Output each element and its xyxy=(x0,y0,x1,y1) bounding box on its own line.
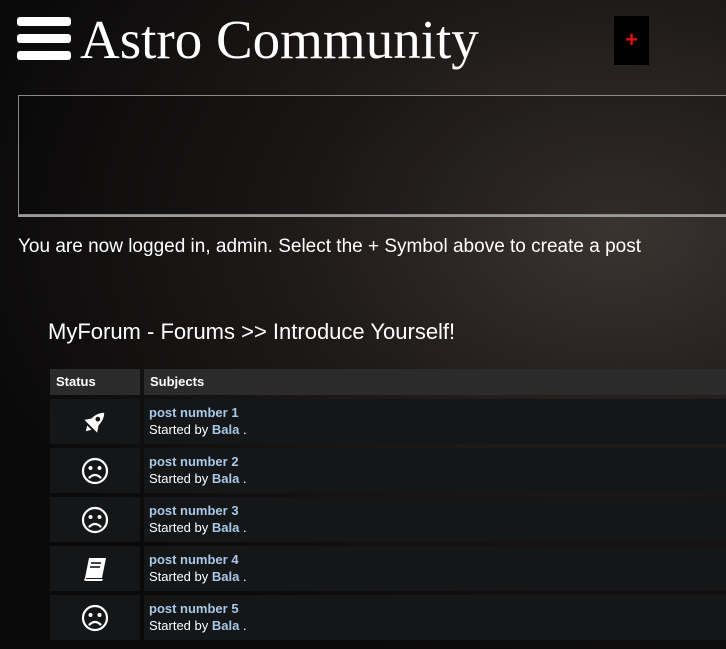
suffix: . xyxy=(242,569,247,584)
started-by: Started by Bala . xyxy=(149,569,726,584)
started-by-label: Started by xyxy=(149,520,209,535)
started-by: Started by Bala . xyxy=(149,422,726,437)
content-panel xyxy=(18,95,726,215)
status-column-header: Status xyxy=(50,369,140,395)
started-by-label: Started by xyxy=(149,422,209,437)
suffix: . xyxy=(242,618,247,633)
started-by: Started by Bala . xyxy=(149,520,726,535)
author-link[interactable]: Bala xyxy=(212,471,239,486)
sad-face-icon xyxy=(81,506,109,533)
started-by: Started by Bala . xyxy=(149,618,726,633)
author-link[interactable]: Bala xyxy=(212,569,239,584)
post-title-link[interactable]: post number 4 xyxy=(149,552,726,567)
post-title-link[interactable]: post number 2 xyxy=(149,454,726,469)
sad-face-icon xyxy=(81,457,109,484)
site-title: Astro Community xyxy=(80,9,479,70)
sad-face-icon xyxy=(81,604,109,631)
author-link[interactable]: Bala xyxy=(212,422,239,437)
table-row: post number 2 Started by Bala . xyxy=(50,448,726,493)
subjects-column-header: Subjects xyxy=(144,369,726,395)
post-title-link[interactable]: post number 5 xyxy=(149,601,726,616)
table-row: post number 4 Started by Bala . xyxy=(50,546,726,591)
book-icon xyxy=(84,557,106,581)
suffix: . xyxy=(242,422,247,437)
site-header: Astro Community + xyxy=(0,0,726,85)
login-message: You are now logged in, admin. Select the… xyxy=(18,236,642,257)
started-by-label: Started by xyxy=(149,471,209,486)
suffix: . xyxy=(242,471,247,486)
table-row: post number 1 Started by Bala . xyxy=(50,399,726,444)
started-by-label: Started by xyxy=(149,569,209,584)
breadcrumb: MyForum - Forums >> Introduce Yourself! xyxy=(48,319,456,344)
post-title-link[interactable]: post number 3 xyxy=(149,503,726,518)
post-title-link[interactable]: post number 1 xyxy=(149,405,726,420)
started-by: Started by Bala . xyxy=(149,471,726,486)
table-row: post number 5 Started by Bala . xyxy=(50,595,726,640)
hamburger-menu-icon[interactable] xyxy=(17,17,71,61)
new-post-button[interactable]: + xyxy=(614,16,649,65)
rocket-icon xyxy=(84,412,105,433)
table-row: post number 3 Started by Bala . xyxy=(50,497,726,542)
started-by-label: Started by xyxy=(149,618,209,633)
author-link[interactable]: Bala xyxy=(212,618,239,633)
author-link[interactable]: Bala xyxy=(212,520,239,535)
suffix: . xyxy=(242,520,247,535)
